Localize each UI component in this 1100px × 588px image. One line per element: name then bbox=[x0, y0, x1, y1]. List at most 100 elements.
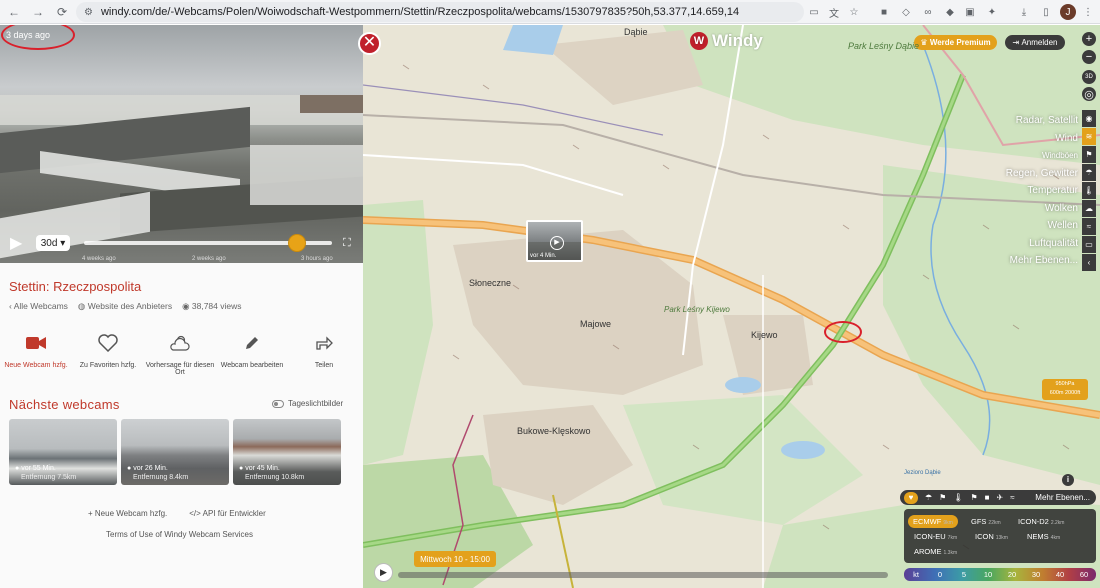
add-new-webcam-link[interactable]: + Neue Webcam hzfg. bbox=[88, 509, 167, 518]
windy-logo[interactable]: W Windy bbox=[690, 31, 763, 51]
3d-button[interactable]: 3D bbox=[1082, 70, 1096, 84]
legend-0: 0 bbox=[937, 570, 943, 579]
layer-label-waves[interactable]: Wellen bbox=[1000, 217, 1078, 235]
pressure-level-badge[interactable]: 950hPa 600m 2000ft bbox=[1042, 379, 1088, 400]
nearby-webcam-1[interactable]: ● vor 55 Min. Entfernung 7.5km bbox=[9, 419, 117, 485]
layer-label-wind[interactable]: Wind bbox=[1000, 130, 1078, 148]
fullscreen-icon[interactable]: ⛶ bbox=[343, 237, 355, 249]
clouds-layer-icon[interactable]: ☁ bbox=[1082, 200, 1096, 217]
forecast-timeline[interactable] bbox=[398, 572, 888, 578]
reload-icon[interactable]: ⟳ bbox=[52, 2, 72, 22]
windy-logo-text: Windy bbox=[712, 31, 763, 50]
forecast-play-button[interactable]: ▶ bbox=[374, 563, 393, 582]
model-ecmwf-res: 9km bbox=[943, 520, 953, 526]
layer-label-rain[interactable]: Regen, Gewitter bbox=[1000, 165, 1078, 183]
rain-quick-icon[interactable]: ☂ bbox=[925, 493, 932, 502]
edit-webcam-button[interactable]: Webcam bearbeiten bbox=[216, 332, 288, 376]
flag-quick-icon[interactable]: ⚑ bbox=[939, 493, 946, 502]
weather-icon bbox=[169, 332, 191, 354]
legend-20: 20 bbox=[1007, 570, 1017, 579]
webcam-image[interactable]: 3 days ago ▶ 30d ▾ 4 weeks ago 2 weeks a… bbox=[0, 25, 363, 263]
thermometer-quick-icon[interactable]: 🌡 bbox=[953, 493, 963, 502]
waves-layer-icon[interactable]: ≈ bbox=[1082, 218, 1096, 235]
more-layers-icon[interactable]: ‹ bbox=[1082, 254, 1096, 271]
info-icon[interactable]: i bbox=[1062, 474, 1074, 486]
bookmark-star-icon[interactable]: ☆ bbox=[846, 4, 862, 20]
provider-website-link[interactable]: ◍ Website des Anbieters bbox=[78, 301, 172, 312]
nearby-webcam-3-age-label: vor 45 Min. bbox=[245, 465, 280, 472]
layer-label-gusts[interactable]: Windböen bbox=[1000, 147, 1078, 165]
model-nems[interactable]: NEMS 4km bbox=[1027, 532, 1060, 541]
legend-10: 10 bbox=[983, 570, 993, 579]
login-button[interactable]: ⇥ Anmelden bbox=[1005, 35, 1065, 50]
download-icon[interactable]: ⤓ bbox=[1016, 4, 1032, 20]
wind-quick-icon[interactable]: ≈ bbox=[1010, 493, 1014, 502]
side-panel-icon[interactable]: ▯ bbox=[1038, 4, 1054, 20]
model-icon[interactable]: ICON 13km bbox=[975, 532, 1008, 541]
timeline-label-start: 4 weeks ago bbox=[82, 256, 116, 262]
nearby-webcam-2[interactable]: ● vor 26 Min. Entfernung 8.4km bbox=[121, 419, 229, 485]
layer-labels: Radar, Satellit Wind Windböen Regen, Gew… bbox=[1000, 112, 1078, 270]
premium-button[interactable]: ♛ Werde Premium bbox=[914, 35, 997, 50]
play-icon[interactable]: ▶ bbox=[10, 233, 26, 252]
model-icon-eu-res: 7km bbox=[947, 535, 958, 541]
back-icon[interactable]: ← bbox=[4, 2, 24, 22]
layer-label-radar[interactable]: Radar, Satellit bbox=[1000, 112, 1078, 130]
extension-icon-3[interactable]: ∞ bbox=[920, 4, 936, 20]
add-favorite-button[interactable]: Zu Favoriten hzfg. bbox=[72, 332, 144, 376]
layer-label-more[interactable]: Mehr Ebenen... bbox=[1000, 252, 1078, 270]
favorites-heart-icon[interactable]: ♥ bbox=[904, 491, 918, 504]
timelapse-range-select[interactable]: 30d ▾ bbox=[36, 235, 70, 251]
close-webcam-button[interactable]: ✕ bbox=[358, 32, 381, 55]
screen-cast-icon[interactable]: ▭ bbox=[806, 4, 822, 20]
terms-link[interactable]: Terms of Use of Windy Webcam Services bbox=[106, 530, 253, 539]
daylight-toggle[interactable]: Tageslichtbilder bbox=[272, 399, 343, 408]
layer-label-temperature[interactable]: Temperatur bbox=[1000, 182, 1078, 200]
address-bar[interactable]: ⚙ windy.com/de/-Webcams/Polen/Woiwodscha… bbox=[76, 2, 804, 22]
nearby-webcam-3-age: ● vor 45 Min. bbox=[239, 465, 280, 472]
rain-layer-icon[interactable]: ☂ bbox=[1082, 164, 1096, 181]
layer-label-clouds[interactable]: Wolken bbox=[1000, 200, 1078, 218]
model-icon-d2[interactable]: ICON-D2 2.2km bbox=[1018, 517, 1064, 526]
layer-label-air-quality[interactable]: Luftqualität bbox=[1000, 235, 1078, 253]
radar-layer-icon[interactable]: ◉ bbox=[1082, 110, 1096, 127]
model-arome[interactable]: AROME 1.3km bbox=[914, 547, 957, 556]
share-button[interactable]: Teilen bbox=[288, 332, 360, 376]
all-webcams-link[interactable]: ‹ Alle Webcams bbox=[9, 301, 68, 312]
forward-icon[interactable]: → bbox=[28, 2, 48, 22]
profile-avatar[interactable]: J bbox=[1060, 4, 1076, 20]
plane-quick-icon[interactable]: ✈ bbox=[997, 493, 1004, 502]
model-ecmwf[interactable]: ECMWF 9km bbox=[908, 515, 958, 528]
extension-icon-1[interactable]: ■ bbox=[876, 4, 892, 20]
play-icon: ▶ bbox=[550, 236, 564, 250]
locate-icon[interactable]: ◎ bbox=[1082, 87, 1096, 101]
wind-speed-legend[interactable]: kt 0 5 10 20 30 40 60 bbox=[904, 568, 1096, 581]
api-link[interactable]: </> API für Entwickler bbox=[189, 509, 266, 518]
place-park-lesny-kijewo: Park Leśny Kijewo bbox=[664, 305, 730, 314]
gusts-layer-icon[interactable]: ⚑ bbox=[1082, 146, 1096, 163]
browser-menu-icon[interactable]: ⋮ bbox=[1080, 4, 1096, 20]
more-layers-button[interactable]: Mehr Ebenen... bbox=[1035, 493, 1090, 502]
model-icon-res: 13km bbox=[995, 535, 1008, 541]
model-icon-d2-res: 2.2km bbox=[1050, 520, 1065, 526]
waves-quick-icon[interactable]: ⚑ bbox=[971, 493, 978, 502]
wind-layer-icon[interactable]: ≋ bbox=[1082, 128, 1096, 145]
zoom-out-button[interactable]: − bbox=[1082, 50, 1096, 64]
extension-icon-2[interactable]: ◇ bbox=[898, 4, 914, 20]
add-webcam-button[interactable]: Neue Webcam hzfg. bbox=[0, 332, 72, 376]
air-quality-layer-icon[interactable]: ▭ bbox=[1082, 236, 1096, 253]
zoom-in-button[interactable]: + bbox=[1082, 32, 1096, 46]
model-icon-eu[interactable]: ICON-EU 7km bbox=[914, 532, 957, 541]
translate-icon[interactable]: 文 bbox=[826, 4, 842, 20]
timelapse-slider-handle[interactable] bbox=[288, 234, 307, 252]
site-info-icon[interactable]: ⚙ bbox=[84, 7, 93, 18]
webcam-map-marker[interactable]: ▶ vor 4 Min. bbox=[526, 220, 583, 262]
extension-icon-5[interactable]: ▣ bbox=[962, 4, 978, 20]
temperature-layer-icon[interactable]: 🌡 bbox=[1082, 182, 1096, 199]
model-gfs[interactable]: GFS 22km bbox=[971, 517, 1001, 526]
nearby-webcam-3[interactable]: ● vor 45 Min. Entfernung 10.8km bbox=[233, 419, 341, 485]
extensions-puzzle-icon[interactable]: ✦ bbox=[984, 4, 1000, 20]
webcam-quick-icon[interactable]: ■ bbox=[985, 493, 990, 502]
extension-icon-4[interactable]: ◆ bbox=[942, 4, 958, 20]
forecast-button[interactable]: Vorhersage für diesen Ort bbox=[144, 332, 216, 376]
